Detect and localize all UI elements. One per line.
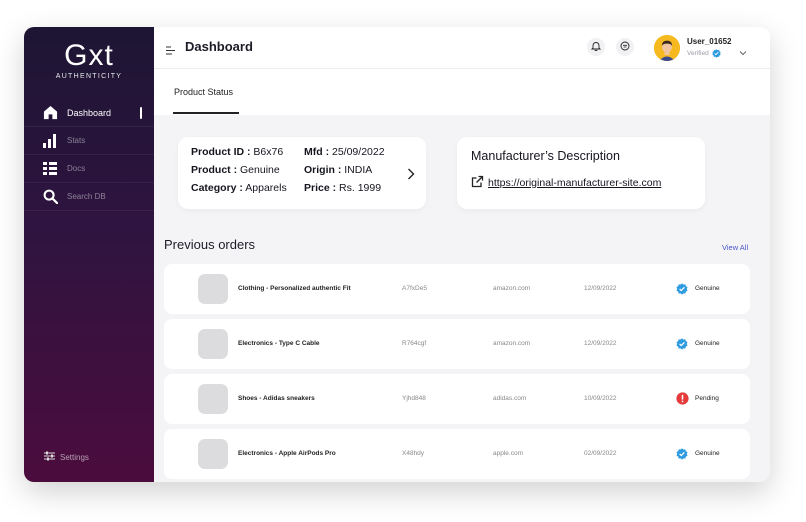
order-status: Pending [695,395,719,402]
origin-value: INDIA [344,164,373,176]
mfd-label: Mfd : [304,146,330,158]
tab-product-status[interactable]: Product Status [174,87,233,97]
chevron-down-icon[interactable] [739,43,747,61]
messages-button[interactable] [616,38,634,56]
product-field: Product : Genuine [191,164,280,176]
price-field: Price : Rs. 1999 [304,182,381,194]
notifications-button[interactable] [587,38,605,56]
order-row[interactable]: Electronics - Apple AirPods Pro X48hdy a… [164,429,750,479]
order-date: 12/09/2022 [584,340,617,347]
sidebar-item-settings[interactable]: Settings [44,448,89,466]
menu-icon[interactable] [166,42,175,60]
settings-label: Settings [60,452,89,462]
manufacturer-link[interactable]: https://original-manufacturer-site.com [488,177,661,189]
order-id: R764cgf [402,340,427,347]
order-row[interactable]: Clothing - Personalized authentic Fit A7… [164,264,750,314]
mfd-value: 25/09/2022 [332,146,385,158]
app-window: Gxt AUTHENTICITY Dashboard Stats Docs Se… [24,27,770,482]
chevron-right-icon[interactable] [407,167,415,185]
logo-mark: Gxt [64,39,114,72]
order-date: 10/09/2022 [584,395,617,402]
order-site: amazon.com [493,340,531,347]
sidebar: Gxt AUTHENTICITY Dashboard Stats Docs Se… [24,27,154,482]
user-name: User_01652 [687,37,732,46]
user-status: Verified [687,49,721,58]
order-id: X48hdy [402,450,425,457]
product-id-value: B6x76 [253,146,284,158]
order-site: amazon.com [493,285,531,292]
manufacturer-card: Manufacturer’s Description https://origi… [457,137,705,209]
sidebar-item-label: Search DB [67,192,106,201]
list-icon [42,161,58,177]
sidebar-item-label: Stats [67,136,86,145]
order-status: Genuine [695,450,720,457]
chat-icon [620,38,630,56]
sidebar-item-stats[interactable]: Stats [24,127,154,155]
top-bar: Dashboard User_01652 Verified [154,27,770,69]
product-id-label: Product ID : [191,146,251,158]
user-status-label: Verified [687,50,709,57]
orders-title: Previous orders [164,237,256,252]
manufacturer-title: Manufacturer’s Description [471,149,620,163]
active-indicator [140,107,142,119]
logo-subtitle: AUTHENTICITY [55,73,123,80]
home-icon [42,105,58,121]
price-value: Rs. 1999 [339,182,382,194]
origin-field: Origin : INDIA [304,164,372,176]
tab-bar: Product Status [154,69,770,115]
verified-badge-icon [676,282,688,300]
order-name: Electronics - Type C Cable [238,340,320,347]
alert-icon [676,392,689,410]
category-label: Category : [191,182,243,194]
avatar[interactable] [654,35,680,61]
search-icon [42,189,58,205]
verified-badge-icon [676,447,688,465]
order-date: 02/09/2022 [584,450,617,457]
order-name: Electronics - Apple AirPods Pro [238,450,336,457]
category-value: Apparels [245,182,287,194]
order-row[interactable]: Shoes - Adidas sneakers Yjhd848 adidas.c… [164,374,750,424]
product-thumbnail [198,329,228,359]
order-status: Genuine [695,340,720,347]
price-label: Price : [304,182,337,194]
verified-badge-icon [676,337,688,355]
mfd-field: Mfd : 25/09/2022 [304,146,385,158]
product-id-field: Product ID : B6x76 [191,146,283,158]
product-thumbnail [198,384,228,414]
sidebar-item-dashboard[interactable]: Dashboard [24,99,154,127]
sliders-icon [44,448,55,466]
order-name: Clothing - Personalized authentic Fit [238,285,351,292]
product-thumbnail [198,439,228,469]
order-status: Genuine [695,285,720,292]
product-label: Product : [191,164,238,176]
active-tab-underline [173,112,239,114]
order-id: A7fxDe5 [402,285,427,292]
sidebar-item-search-db[interactable]: Search DB [24,183,154,211]
bell-icon [590,38,602,56]
page-title: Dashboard [185,39,253,54]
order-id: Yjhd848 [402,395,426,402]
sidebar-nav: Dashboard Stats Docs Search DB [24,99,154,211]
sidebar-item-docs[interactable]: Docs [24,155,154,183]
category-field: Category : Apparels [191,182,287,194]
sidebar-item-label: Dashboard [67,107,112,118]
order-date: 12/09/2022 [584,285,617,292]
order-site: apple.com [493,450,523,457]
order-site: adidas.com [493,395,527,402]
verified-badge-icon [712,49,721,58]
product-value: Genuine [240,164,280,176]
product-status-card[interactable]: Product ID : B6x76 Mfd : 25/09/2022 Prod… [178,137,426,209]
product-thumbnail [198,274,228,304]
order-name: Shoes - Adidas sneakers [238,395,315,402]
order-row[interactable]: Electronics - Type C Cable R764cgf amazo… [164,319,750,369]
sidebar-item-label: Docs [67,164,86,173]
view-all-link[interactable]: View All [722,243,748,252]
external-link-icon[interactable] [471,175,484,193]
bar-chart-icon [42,133,58,149]
origin-label: Origin : [304,164,342,176]
logo[interactable]: Gxt AUTHENTICITY [24,39,154,80]
